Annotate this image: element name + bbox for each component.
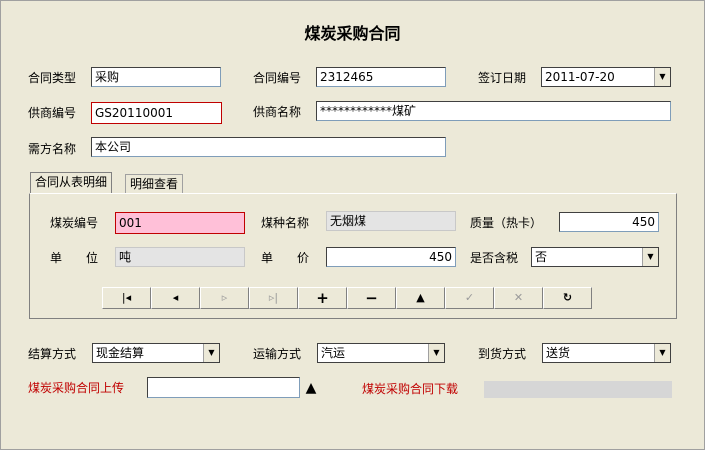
transport-label: 运输方式: [253, 347, 302, 361]
price-label: 单 价: [261, 251, 310, 265]
upload-label: 煤炭采购合同上传: [28, 381, 125, 395]
unit-label: 单 位: [50, 251, 99, 265]
download-label[interactable]: 煤炭采购合同下载: [362, 379, 458, 399]
delivery-value: 送货: [546, 344, 651, 362]
add-icon[interactable]: +: [298, 287, 347, 309]
delete-icon[interactable]: −: [347, 287, 396, 309]
contract-type-label: 合同类型: [28, 71, 77, 85]
last-icon[interactable]: ▹|: [249, 287, 298, 309]
tax-value: 否: [535, 248, 639, 266]
first-icon[interactable]: |◂: [102, 287, 151, 309]
page-title: 煤炭采购合同: [304, 24, 401, 43]
buyer-name-input[interactable]: 本公司: [91, 137, 446, 157]
record-navigator: |◂ ◂ ▹ ▹| + − ▲ ✓ ✕ ↻: [102, 287, 592, 309]
chevron-down-icon[interactable]: ▼: [203, 344, 219, 362]
supplier-no-label: 供商编号: [28, 106, 77, 120]
price-input[interactable]: 450: [326, 247, 456, 267]
transport-value: 汽运: [321, 344, 425, 362]
supplier-name-label: 供商名称: [253, 105, 302, 119]
coal-no-input[interactable]: 001: [115, 212, 245, 234]
quality-input[interactable]: 450: [559, 212, 659, 232]
upload-icon[interactable]: ▲: [302, 378, 320, 398]
tax-select[interactable]: 否 ▼: [531, 247, 659, 267]
sign-date-picker[interactable]: 2011-07-20 ▼: [541, 67, 671, 87]
contract-no-input[interactable]: 2312465: [316, 67, 446, 87]
coal-type-input[interactable]: 无烟煤: [326, 211, 456, 231]
refresh-icon[interactable]: ↻: [543, 287, 592, 309]
settlement-label: 结算方式: [28, 347, 77, 361]
post-icon[interactable]: ✓: [445, 287, 494, 309]
chevron-down-icon[interactable]: ▼: [428, 344, 444, 362]
prev-icon[interactable]: ◂: [151, 287, 200, 309]
sign-date-value: 2011-07-20: [545, 70, 615, 84]
unit-input[interactable]: 吨: [115, 247, 245, 267]
contract-no-label: 合同编号: [253, 71, 302, 85]
buyer-name-label: 需方名称: [28, 142, 77, 156]
upload-path-input[interactable]: [147, 377, 300, 398]
sign-date-label: 签订日期: [478, 71, 527, 85]
tax-label: 是否含税: [470, 251, 519, 265]
tab-contract-detail[interactable]: 合同从表明细: [30, 172, 113, 194]
delivery-select[interactable]: 送货 ▼: [542, 343, 671, 363]
next-icon[interactable]: ▹: [200, 287, 249, 309]
cancel-icon[interactable]: ✕: [494, 287, 543, 309]
quality-label: 质量（热卡）: [470, 216, 543, 230]
chevron-down-icon[interactable]: ▼: [642, 248, 658, 266]
settlement-select[interactable]: 现金结算 ▼: [92, 343, 220, 363]
coal-no-label: 煤炭编号: [50, 216, 99, 230]
coal-type-label: 煤种名称: [261, 216, 310, 230]
chevron-down-icon[interactable]: ▼: [654, 344, 670, 362]
transport-select[interactable]: 汽运 ▼: [317, 343, 445, 363]
chevron-down-icon[interactable]: ▼: [654, 68, 670, 86]
contract-type-input[interactable]: 采购: [91, 67, 221, 87]
edit-icon[interactable]: ▲: [396, 287, 445, 309]
settlement-value: 现金结算: [96, 344, 200, 362]
supplier-no-input[interactable]: GS20110001: [91, 102, 222, 124]
delivery-label: 到货方式: [478, 347, 527, 361]
tab-detail-view[interactable]: 明细查看: [125, 174, 184, 194]
supplier-name-input[interactable]: ************煤矿: [316, 101, 671, 121]
download-progress-bar: [484, 381, 672, 398]
